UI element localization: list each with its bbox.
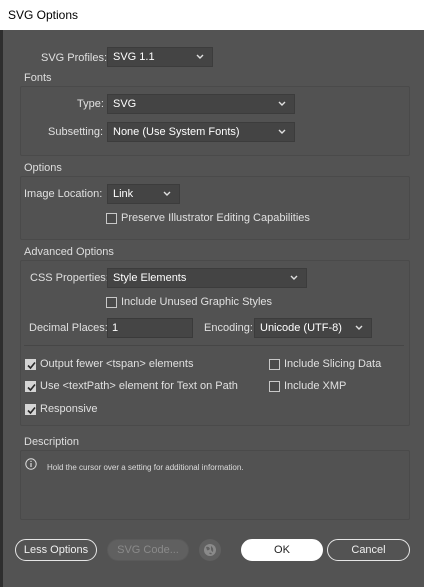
options-panel <box>20 176 410 240</box>
chevron-down-icon <box>196 54 204 59</box>
encoding-value: Unicode (UTF-8) <box>260 322 342 334</box>
chevron-down-icon <box>163 191 171 196</box>
responsive-checkbox[interactable] <box>25 404 36 415</box>
output-fewer-tspan-checkbox[interactable] <box>25 359 36 370</box>
ok-button[interactable]: OK <box>241 539 323 561</box>
chevron-down-icon <box>278 101 286 106</box>
subsetting-label: Subsetting: <box>48 126 104 138</box>
image-location-label: Image Location: <box>24 188 103 200</box>
output-fewer-tspan-label: Output fewer <tspan> elements <box>40 358 194 370</box>
decimal-places-value: 1 <box>112 322 119 334</box>
preserve-editing-checkbox[interactable] <box>106 213 117 224</box>
checkmark-icon <box>27 406 36 415</box>
decimal-places-label: Decimal Places: <box>29 322 108 334</box>
subsetting-value: None (Use System Fonts) <box>113 126 240 138</box>
fonts-section-title: Fonts <box>24 72 52 84</box>
cancel-button[interactable]: Cancel <box>327 539 410 561</box>
include-slicing-data-label: Include Slicing Data <box>284 358 382 370</box>
include-slicing-data-checkbox[interactable] <box>269 359 280 370</box>
svg-profiles-label: SVG Profiles: <box>41 52 108 64</box>
description-panel <box>20 450 410 520</box>
encoding-select[interactable]: Unicode (UTF-8) <box>254 318 372 338</box>
chevron-down-icon <box>355 325 363 330</box>
use-textpath-checkbox[interactable] <box>25 381 36 392</box>
less-options-button[interactable]: Less Options <box>15 539 97 561</box>
globe-icon <box>204 544 216 556</box>
image-location-select[interactable]: Link <box>107 184 180 204</box>
decimal-places-input[interactable]: 1 <box>107 318 193 338</box>
font-type-select[interactable]: SVG <box>107 94 295 114</box>
chevron-down-icon <box>278 129 286 134</box>
web-preview-button[interactable] <box>199 539 221 561</box>
font-type-value: SVG <box>113 98 137 110</box>
svg-profiles-select[interactable]: SVG 1.1 <box>107 47 213 67</box>
include-xmp-checkbox[interactable] <box>269 381 280 392</box>
description-text: Hold the cursor over a setting for addit… <box>47 463 244 472</box>
preserve-editing-label: Preserve Illustrator Editing Capabilitie… <box>121 212 310 224</box>
info-icon <box>25 458 37 470</box>
css-properties-value: Style Elements <box>113 272 187 284</box>
window-title: SVG Options <box>8 8 79 22</box>
svg-code-label: SVG Code... <box>117 544 179 556</box>
ok-label: OK <box>274 544 290 556</box>
cancel-label: Cancel <box>351 544 386 556</box>
checkmark-icon <box>27 361 36 370</box>
svg-code-button[interactable]: SVG Code... <box>107 539 189 561</box>
encoding-label: Encoding: <box>204 322 253 334</box>
options-section-title: Options <box>24 162 62 174</box>
include-unused-styles-label: Include Unused Graphic Styles <box>121 296 273 308</box>
include-xmp-label: Include XMP <box>284 380 347 392</box>
font-type-label: Type: <box>77 98 104 110</box>
css-properties-select[interactable]: Style Elements <box>107 268 307 288</box>
window-titlebar: SVG Options <box>0 0 424 30</box>
use-textpath-label: Use <textPath> element for Text on Path <box>40 380 238 392</box>
responsive-label: Responsive <box>40 403 98 415</box>
window-edge <box>0 30 3 587</box>
include-unused-styles-checkbox[interactable] <box>106 297 117 308</box>
image-location-value: Link <box>113 188 134 200</box>
advanced-divider <box>24 345 404 346</box>
less-options-label: Less Options <box>23 544 89 556</box>
svg-profiles-value: SVG 1.1 <box>113 51 155 63</box>
css-properties-label: CSS Properties: <box>30 272 109 284</box>
subsetting-select[interactable]: None (Use System Fonts) <box>107 122 295 142</box>
advanced-section-title: Advanced Options <box>24 246 114 258</box>
chevron-down-icon <box>290 275 298 280</box>
checkmark-icon <box>27 383 36 392</box>
description-section-title: Description <box>24 436 80 448</box>
